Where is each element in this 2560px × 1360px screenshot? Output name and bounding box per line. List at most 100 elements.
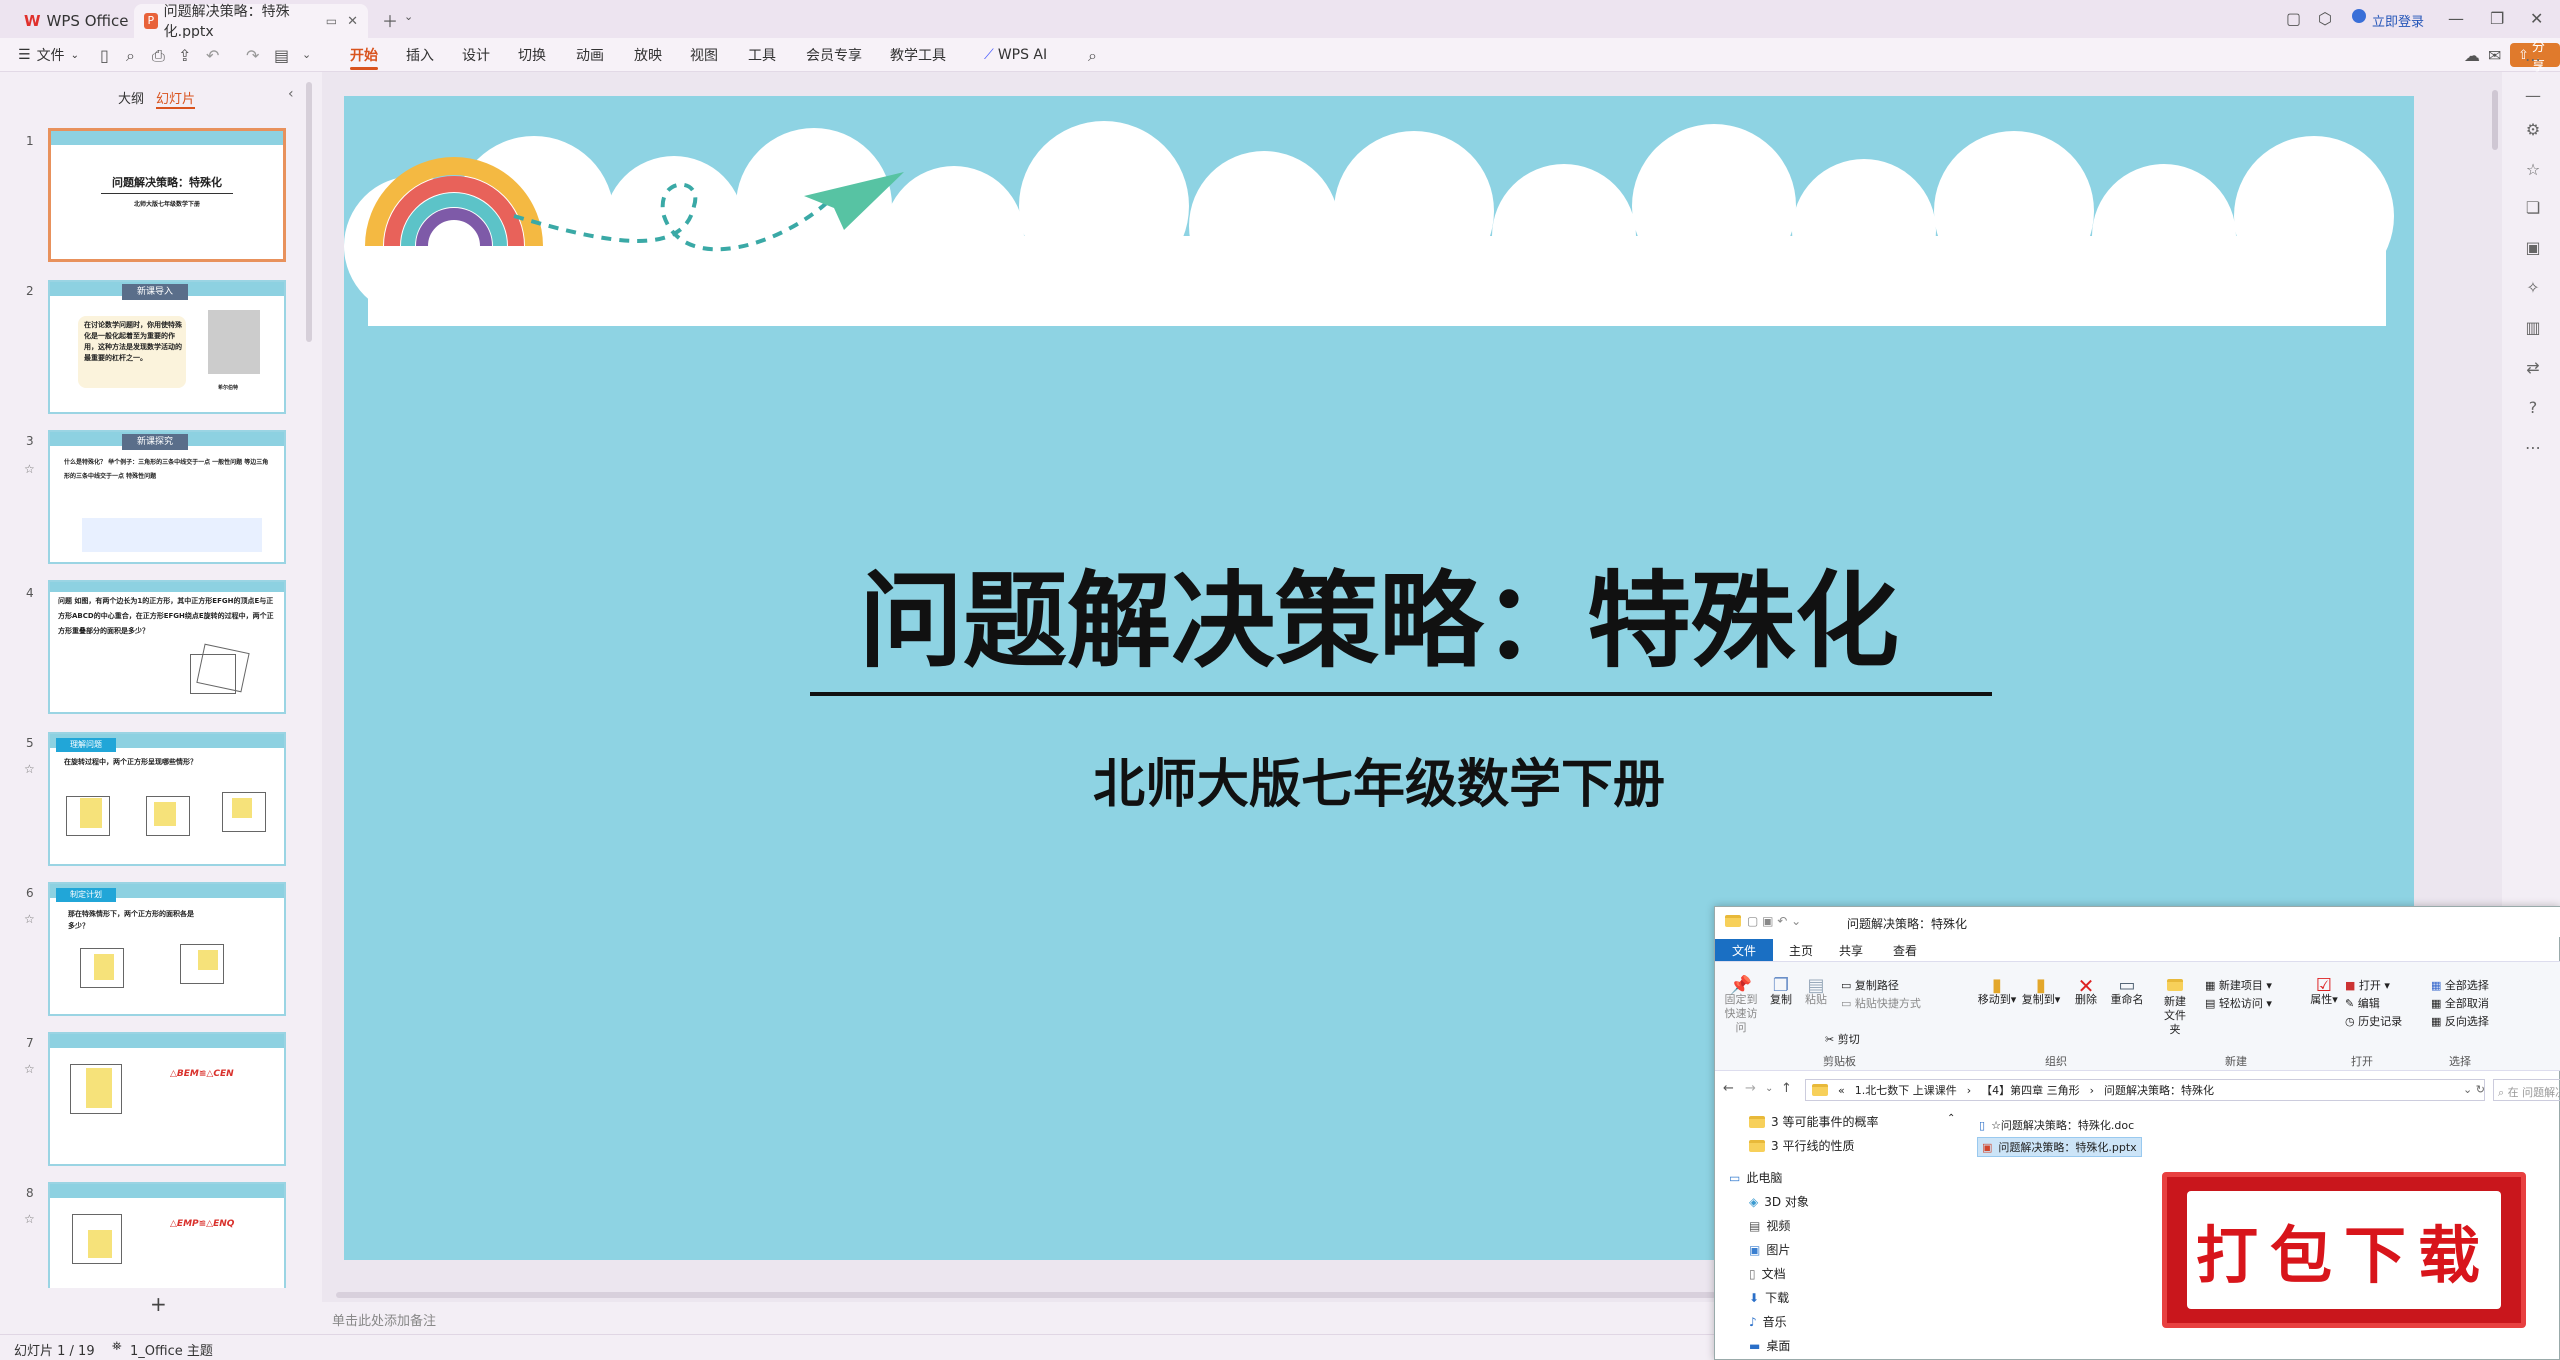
file-menu[interactable]: ☰ 文件 ⌄ bbox=[18, 38, 79, 72]
slide-thumbnail-8[interactable]: △EMP≌△ENQ bbox=[48, 1182, 286, 1288]
breadcrumb-part[interactable]: « bbox=[1838, 1084, 1845, 1097]
breadcrumb-part[interactable]: 问题解决策略：特殊化 bbox=[2104, 1082, 2214, 1098]
tab-home[interactable]: 开始 bbox=[350, 38, 378, 72]
file-item-pptx[interactable]: ▣ 问题解决策略：特殊化.pptx bbox=[1977, 1137, 2142, 1157]
print-icon[interactable]: ⎙ bbox=[152, 46, 165, 66]
transform-icon[interactable]: ⇄ bbox=[2522, 356, 2544, 378]
explorer-tab-home[interactable]: 主页 bbox=[1789, 939, 1813, 961]
star-icon[interactable]: ☆ bbox=[24, 1212, 35, 1226]
slide-thumbnail-2[interactable]: 新课导入 在讨论数学问题时，你用使特殊化是一般化起着至为重要的作用，这种方法是发… bbox=[48, 280, 286, 414]
tab-animation[interactable]: 动画 bbox=[576, 38, 604, 72]
redo-icon[interactable]: ↷ bbox=[246, 46, 259, 65]
comment-icon[interactable]: ✉ bbox=[2488, 46, 2501, 65]
download-badge[interactable]: 打包下载 bbox=[2162, 1172, 2526, 1328]
notes-placeholder[interactable]: 单击此处添加备注 bbox=[332, 1310, 436, 1329]
copy-button[interactable]: ❐ 复制 bbox=[1767, 977, 1795, 1007]
search-icon[interactable]: ⌕ bbox=[1088, 46, 1097, 66]
vertical-scrollbar[interactable] bbox=[2492, 90, 2498, 150]
star-icon[interactable]: ☆ bbox=[24, 912, 35, 926]
star-icon[interactable]: ☆ bbox=[24, 462, 35, 476]
invert-selection-button[interactable]: ▦ 反向选择 bbox=[2431, 1013, 2489, 1029]
tab-slides[interactable]: 幻灯片 bbox=[156, 88, 196, 109]
tab-design[interactable]: 设计 bbox=[462, 38, 490, 72]
easy-access-button[interactable]: ▤ 轻松访问 ▾ bbox=[2205, 995, 2272, 1011]
undo-icon[interactable]: ↶ bbox=[206, 46, 219, 65]
tree-collapse-icon[interactable]: ⌃ bbox=[1947, 1113, 1955, 1124]
format-painter-icon[interactable]: ▤ bbox=[274, 46, 289, 65]
new-item-button[interactable]: ▦ 新建项目 ▾ bbox=[2205, 977, 2272, 993]
slide-thumbnail-7[interactable]: △BEM≌△CEN bbox=[48, 1032, 286, 1166]
star-icon[interactable]: ☆ bbox=[24, 1062, 35, 1076]
panel-scrollbar[interactable] bbox=[306, 82, 312, 342]
tab-monitor-icon[interactable]: ▭ bbox=[326, 14, 337, 28]
breadcrumb-part[interactable]: 【4】第四章 三角形 bbox=[1981, 1082, 2080, 1098]
cube-icon[interactable]: ⬡ bbox=[2318, 9, 2332, 28]
history-button[interactable]: ◷ 历史记录 bbox=[2345, 1013, 2402, 1029]
properties-button[interactable]: ☑ 属性▾ bbox=[2309, 977, 2339, 1007]
refresh-icon[interactable]: ⌄ ↻ bbox=[2463, 1083, 2485, 1096]
horizontal-scrollbar[interactable] bbox=[336, 1292, 1716, 1298]
file-item-doc[interactable]: ▯ ☆问题解决策略：特殊化.doc bbox=[1979, 1117, 2134, 1133]
nav-back-icon[interactable]: ← bbox=[1723, 1081, 1734, 1096]
tab-teaching-tools[interactable]: 教学工具 bbox=[890, 38, 946, 72]
slide-title[interactable]: 问题解决策略：特殊化 bbox=[344, 536, 2414, 687]
export-icon[interactable]: ⇪ bbox=[178, 46, 191, 65]
wps-ai-button[interactable]: ⟋ WPS AI bbox=[984, 38, 1047, 72]
tree-pictures[interactable]: ▣ 图片 bbox=[1749, 1241, 1790, 1258]
new-folder-button[interactable]: 新建文件夹 bbox=[2155, 979, 2195, 1037]
user-avatar-icon[interactable] bbox=[2352, 9, 2366, 23]
more-dots-icon[interactable]: ⋯ bbox=[2522, 436, 2544, 458]
layers-icon[interactable]: ❏ bbox=[2522, 196, 2544, 218]
tree-desktop[interactable]: ▬ 桌面 bbox=[1749, 1337, 1790, 1354]
cloud-sync-icon[interactable]: ☁ bbox=[2464, 46, 2480, 65]
star-icon[interactable]: ☆ bbox=[2522, 158, 2544, 180]
more-dots-icon[interactable]: ⋯ bbox=[2522, 48, 2544, 70]
explorer-tab-view[interactable]: 查看 bbox=[1893, 939, 1917, 961]
edit-button[interactable]: ✎ 编辑 bbox=[2345, 995, 2380, 1011]
explorer-tab-share[interactable]: 共享 bbox=[1839, 939, 1863, 961]
star-icon[interactable]: ☆ bbox=[24, 762, 35, 776]
close-window-icon[interactable]: ✕ bbox=[2530, 9, 2543, 28]
more-chevron-icon[interactable]: ⌄ bbox=[302, 48, 311, 61]
rename-button[interactable]: ▭ 重命名 bbox=[2107, 977, 2147, 1007]
tab-transition[interactable]: 切换 bbox=[518, 38, 546, 72]
add-slide-button[interactable]: + bbox=[150, 1292, 167, 1316]
nav-forward-icon[interactable]: → bbox=[1745, 1081, 1756, 1096]
search-field[interactable]: ⌕ 在 问题解决... bbox=[2493, 1079, 2560, 1101]
slide-thumbnail-6[interactable]: 制定计划 那在特殊情形下，两个正方形的面积各是多少？ bbox=[48, 882, 286, 1016]
help-icon[interactable]: ? bbox=[2522, 396, 2544, 418]
collapse-line-icon[interactable]: — bbox=[2522, 84, 2544, 106]
slide-thumbnail-1[interactable]: 问题解决策略：特殊化 北师大版七年级数学下册 bbox=[48, 128, 286, 262]
tree-folder[interactable]: 3 等可能事件的概率 bbox=[1749, 1113, 1878, 1130]
copy-path-button[interactable]: ▭ 复制路径 bbox=[1841, 977, 1899, 993]
quick-access-icons[interactable]: ▢ ▣ ↶ ⌄ bbox=[1747, 914, 1801, 928]
tree-documents[interactable]: ▯ 文档 bbox=[1749, 1265, 1786, 1282]
tree-downloads[interactable]: ⬇ 下载 bbox=[1749, 1289, 1789, 1306]
select-all-button[interactable]: ▦ 全部选择 bbox=[2431, 977, 2489, 993]
recent-dropdown-icon[interactable]: ⌄ bbox=[1765, 1083, 1773, 1094]
restore-icon[interactable]: ❐ bbox=[2490, 9, 2504, 28]
window-mode-icon[interactable]: ▢ bbox=[2286, 9, 2301, 28]
breadcrumb-part[interactable]: 1.北七数下 上课课件 bbox=[1855, 1082, 1957, 1098]
magic-icon[interactable]: ✧ bbox=[2522, 276, 2544, 298]
tree-folder[interactable]: 3 平行线的性质 bbox=[1749, 1137, 1854, 1154]
tab-member[interactable]: 会员专享 bbox=[806, 38, 862, 72]
new-tab-icon[interactable]: ＋ bbox=[382, 8, 398, 32]
tab-outline[interactable]: 大纲 bbox=[118, 88, 144, 107]
explorer-tab-file[interactable]: 文件 bbox=[1715, 939, 1773, 961]
cut-button[interactable]: ✂ 剪切 bbox=[1825, 1031, 1860, 1047]
collapse-panel-icon[interactable]: ‹ bbox=[288, 86, 294, 102]
slide-subtitle[interactable]: 北师大版七年级数学下册 bbox=[344, 742, 2414, 817]
copy-to-button[interactable]: ▮ 复制到▾ bbox=[2021, 977, 2061, 1007]
book-icon[interactable]: ▥ bbox=[2522, 316, 2544, 338]
nav-up-icon[interactable]: ↑ bbox=[1781, 1081, 1792, 1096]
theme-name[interactable]: 1_Office 主题 bbox=[130, 1340, 213, 1359]
settings-sliders-icon[interactable]: ⚙ bbox=[2522, 118, 2544, 140]
paste-shortcut-button[interactable]: ▭ 粘贴快捷方式 bbox=[1841, 995, 1921, 1011]
login-link[interactable]: 立即登录 bbox=[2372, 11, 2424, 30]
delete-button[interactable]: ✕ 删除 bbox=[2071, 976, 2101, 1007]
tab-wps-home[interactable]: W WPS Office bbox=[14, 4, 139, 38]
tree-music[interactable]: ♪ 音乐 bbox=[1749, 1313, 1787, 1330]
minimize-icon[interactable]: — bbox=[2448, 9, 2464, 28]
tab-slideshow[interactable]: 放映 bbox=[634, 38, 662, 72]
